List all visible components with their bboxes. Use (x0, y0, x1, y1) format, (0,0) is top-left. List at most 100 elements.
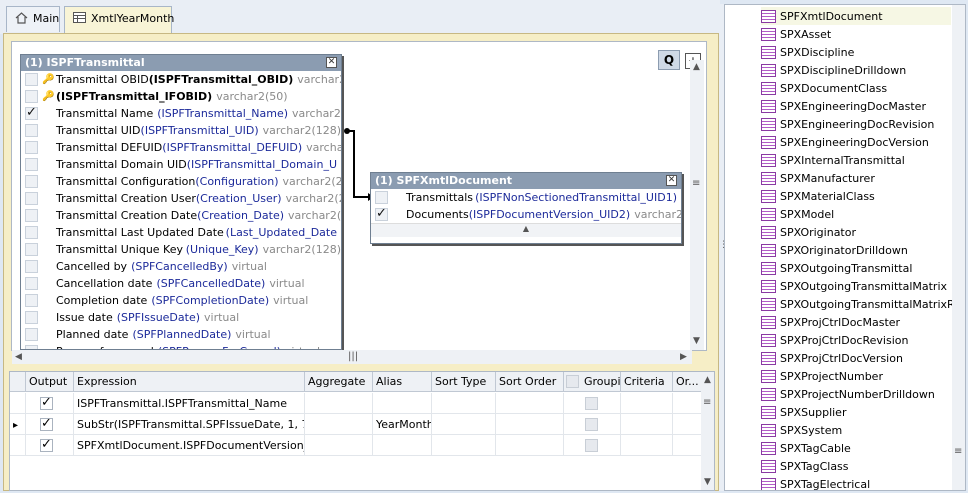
object-list-item[interactable]: SPFXmtlDocument (761, 7, 951, 25)
grip-icon[interactable]: ≡ (954, 446, 962, 457)
aggregate-cell[interactable] (305, 435, 373, 456)
table-field-row[interactable]: Transmittal Creation User (Creation_User)… (21, 190, 341, 207)
expression-cell[interactable]: SubStr(ISPFTransmittal.SPFIssueDate, 1, … (74, 414, 305, 435)
expression-cell[interactable]: SPFXmtlDocument.ISPFDocumentVersion_UID2 (74, 435, 305, 456)
table-field-row[interactable]: Transmittal Configuration (Configuration)… (21, 173, 341, 190)
scroll-left-icon[interactable]: ◀ (15, 352, 22, 362)
table-field-row[interactable]: Documents(ISPFDocumentVersion_UID2)varch… (371, 206, 681, 223)
row-selector[interactable]: ▸ (10, 414, 26, 435)
grip-icon[interactable]: ≡ (703, 397, 711, 408)
column-header-output[interactable]: Output (26, 372, 74, 392)
object-list-item[interactable]: SPXSystem (761, 421, 842, 439)
canvas-horizontal-scrollbar[interactable]: ◀ ||| ▶ (12, 350, 692, 364)
grouping-cell[interactable] (564, 414, 621, 435)
field-output-checkbox[interactable] (25, 73, 38, 86)
column-header-or[interactable]: Or... (673, 372, 702, 392)
criteria-cell[interactable] (621, 393, 673, 414)
query-button[interactable]: Q (658, 50, 680, 70)
object-list-item[interactable]: SPXDisciplineDrilldown (761, 61, 906, 79)
row-selector[interactable] (10, 393, 26, 414)
object-list-item[interactable]: SPXOutgoingTransmittalMatrixRow (761, 295, 965, 313)
scroll-right-icon[interactable]: ▶ (680, 352, 687, 362)
object-list-item[interactable]: SPXOutgoingTransmittal (761, 259, 912, 277)
object-list-item[interactable]: SPXTagElectrical (761, 475, 870, 490)
object-list-item[interactable]: SPXProjectNumber (761, 367, 883, 385)
scroll-up-icon[interactable]: ▲ (371, 223, 681, 237)
scroll-up-icon[interactable]: ▲ (704, 375, 711, 385)
object-list-item[interactable]: SPXTagCable (761, 439, 851, 457)
group-by-checkbox[interactable] (566, 375, 579, 388)
table-field-row[interactable]: Completion date (SPFCompletionDate) virtua… (21, 292, 341, 309)
table-row[interactable]: SPFXmtlDocument.ISPFDocumentVersion_UID2 (10, 435, 702, 456)
table-field-row[interactable]: Transmittal UID (ISPFTransmittal_UID) varc… (21, 122, 341, 139)
table-spfxmtldocument[interactable]: (1) SPFXmtlDocument ✕ Transmittals (ISPFN… (370, 172, 682, 244)
tab-main[interactable]: Main (6, 6, 60, 32)
object-list-item[interactable]: SPXAsset (761, 25, 831, 43)
field-output-checkbox[interactable] (25, 311, 38, 324)
or-cell[interactable] (673, 393, 702, 414)
column-header-aggregate[interactable]: Aggregate (305, 372, 373, 392)
output-checkbox[interactable] (40, 437, 53, 452)
field-output-checkbox[interactable] (375, 206, 388, 221)
object-list-item[interactable]: SPXEngineeringDocMaster (761, 97, 926, 115)
table-row[interactable]: ISPFTransmittal.ISPFTransmittal_Name (10, 393, 702, 414)
sort-type-cell[interactable] (432, 393, 496, 414)
field-output-checkbox[interactable] (25, 105, 38, 120)
canvas-vertical-scrollbar[interactable]: ▲ ≡ ▼ (690, 60, 704, 350)
table-field-row[interactable]: Transmittal Last Updated Date (Last_Updat… (21, 224, 341, 241)
column-header-grouping[interactable]: Groupi (564, 372, 621, 392)
table-field-row[interactable]: Transmittal DEFUID (ISPFTransmittal_DEFUI… (21, 139, 341, 156)
object-list-item[interactable]: SPXModel (761, 205, 834, 223)
field-output-checkbox[interactable] (25, 141, 38, 154)
field-output-checkbox[interactable] (25, 277, 38, 290)
grouping-cell[interactable] (564, 393, 621, 414)
column-header-alias[interactable]: Alias (373, 372, 432, 392)
object-list-item[interactable]: SPXEngineeringDocVersion (761, 133, 929, 151)
diagram-canvas[interactable]: (1) ISPFTransmittal ✕ 🔑 Transmittal OBID(… (11, 41, 707, 351)
tab-xmtlyearmonth[interactable]: XmtlYearMonth (64, 6, 174, 34)
table-field-row[interactable]: Planned date (SPFPlannedDate) virtual (21, 326, 341, 343)
object-list-item[interactable]: SPXProjectNumberDrilldown (761, 385, 935, 403)
object-list-item[interactable]: SPXEngineeringDocRevision (761, 115, 934, 133)
table-field-row[interactable]: Transmittal Unique Key (Unique_Key) varcha… (21, 241, 341, 258)
field-output-checkbox[interactable] (25, 209, 38, 222)
aggregate-cell[interactable] (305, 414, 373, 435)
object-list-scrollbar[interactable]: ≡ (952, 5, 965, 490)
table-field-row[interactable]: Cancelled by (SPFCancelledBy) virtual (21, 258, 341, 275)
grouping-checkbox[interactable] (585, 418, 598, 431)
expression-cell[interactable]: ISPFTransmittal.ISPFTransmittal_Name (74, 393, 305, 414)
sort-order-cell[interactable] (496, 414, 564, 435)
field-output-checkbox[interactable] (25, 158, 38, 171)
grouping-cell[interactable] (564, 435, 621, 456)
output-cell[interactable] (26, 414, 74, 435)
or-cell[interactable] (673, 435, 702, 456)
column-header-sort-order[interactable]: Sort Order (496, 372, 564, 392)
table-field-row[interactable]: Transmittal Domain UID (ISPFTransmittal_D… (21, 156, 341, 173)
object-list-item[interactable]: SPXTagClass (761, 457, 849, 475)
object-list-item[interactable]: SPXProjCtrlDocMaster (761, 313, 900, 331)
object-list-item[interactable]: SPXDiscipline (761, 43, 854, 61)
object-list-item[interactable]: SPXOutgoingTransmittalMatrix (761, 277, 947, 295)
table-field-row[interactable]: Transmittal Creation Date (Creation_Date)… (21, 207, 341, 224)
field-output-checkbox[interactable] (25, 192, 38, 205)
scroll-up-icon[interactable]: ▲ (693, 62, 700, 72)
table-field-row[interactable]: Reason for cancel(SPFReasonForCancel)vir… (21, 343, 341, 349)
scroll-down-icon[interactable]: ▼ (693, 336, 700, 346)
sort-order-cell[interactable] (496, 435, 564, 456)
sort-order-cell[interactable] (496, 393, 564, 414)
object-list-item[interactable]: SPXOriginator (761, 223, 856, 241)
table-ispftransmittal-header[interactable]: (1) ISPFTransmittal ✕ (21, 55, 341, 71)
alias-cell[interactable]: YearMonth (373, 414, 432, 435)
table-field-row[interactable]: 🔑 (ISPFTransmittal_IFOBID) varchar2(50) (21, 88, 341, 105)
table-field-row[interactable]: Transmittal Name(ISPFTransmittal_Name)va… (21, 105, 341, 122)
sort-type-cell[interactable] (432, 414, 496, 435)
field-output-checkbox[interactable] (25, 226, 38, 239)
table-field-row[interactable]: Transmittals (ISPFNonSectionedTransmittal… (371, 189, 681, 206)
object-list-item[interactable]: SPXProjCtrlDocRevision (761, 331, 908, 349)
scroll-down-icon[interactable]: ▼ (704, 477, 711, 487)
output-checkbox[interactable] (40, 395, 53, 410)
aggregate-cell[interactable] (305, 393, 373, 414)
table-field-row[interactable]: Issue date (SPFIssueDate) virtual (21, 309, 341, 326)
field-output-checkbox[interactable] (375, 191, 388, 204)
field-output-checkbox[interactable] (25, 243, 38, 256)
